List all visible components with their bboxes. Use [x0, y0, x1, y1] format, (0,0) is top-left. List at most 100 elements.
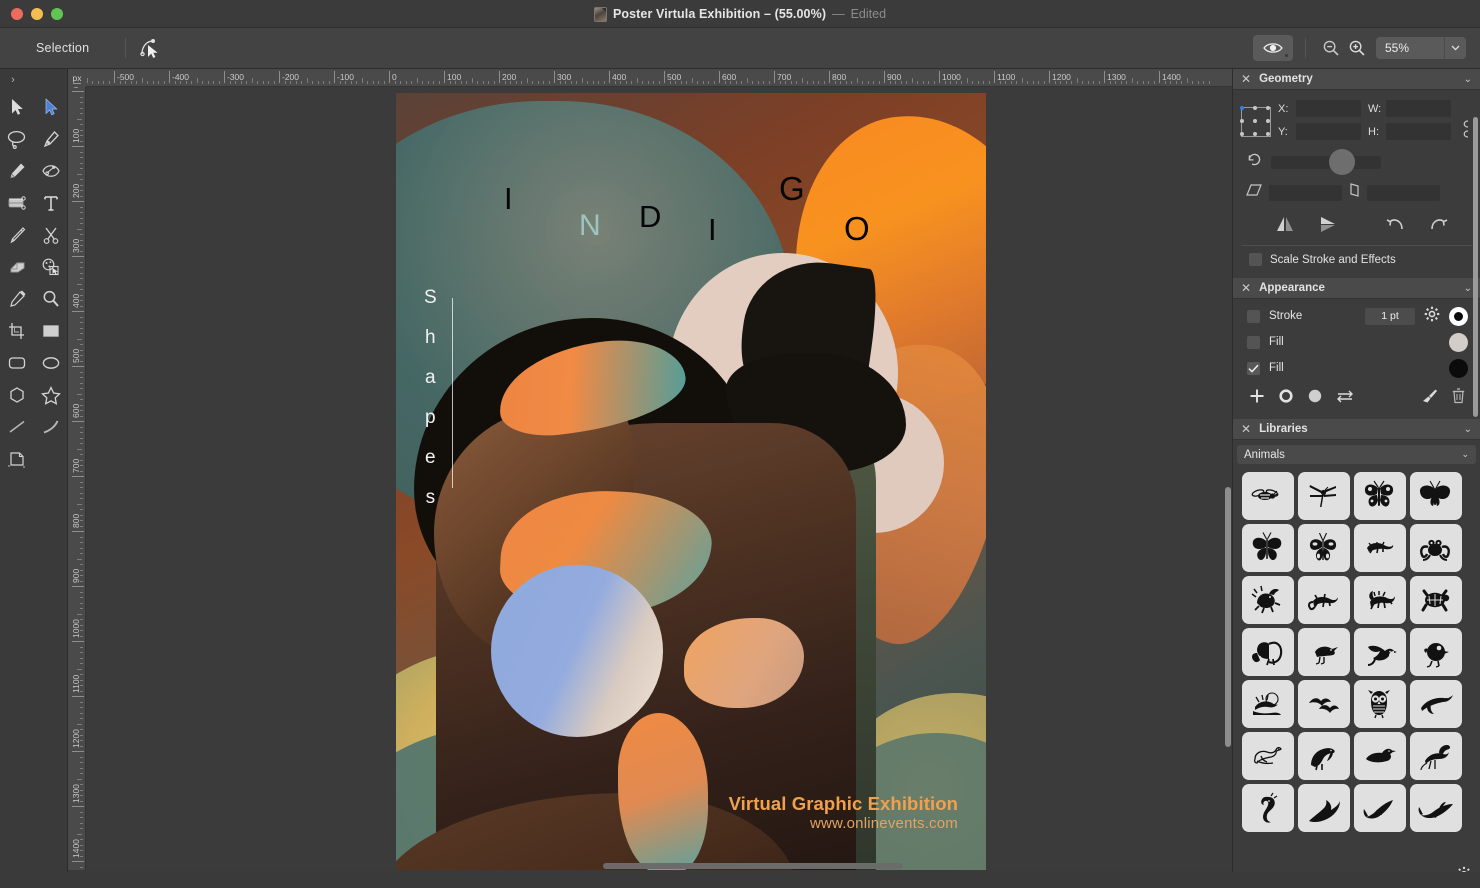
zoom-out-icon[interactable]	[1318, 35, 1344, 61]
magic-select-tool[interactable]	[34, 251, 68, 283]
fill-row-2[interactable]: Fill	[1241, 355, 1472, 381]
ring-icon[interactable]	[1278, 388, 1294, 409]
eraser-tool[interactable]	[0, 251, 34, 283]
x-field[interactable]: X:	[1278, 100, 1361, 117]
chevron-down-icon[interactable]: ⌄	[1464, 74, 1472, 85]
asset-chick[interactable]	[1410, 628, 1462, 676]
eye-icon[interactable]	[1253, 35, 1293, 61]
fill-1-checkbox[interactable]	[1247, 335, 1260, 349]
asset-dove[interactable]	[1354, 628, 1406, 676]
minimize-button[interactable]	[31, 7, 43, 20]
color-picker-tool[interactable]	[0, 283, 34, 315]
canvas-vertical-scrollbar[interactable]	[1225, 487, 1231, 747]
star-tool[interactable]	[34, 379, 68, 411]
scale-stroke-row[interactable]: Scale Stroke and Effects	[1241, 246, 1472, 272]
chevron-right-icon[interactable]: ›	[6, 73, 20, 87]
asset-butterfly-detailed[interactable]	[1354, 472, 1406, 520]
fill-2-checkbox[interactable]	[1247, 361, 1260, 375]
asset-sparrow[interactable]	[1298, 628, 1350, 676]
stroke-row[interactable]: Stroke 1 pt	[1241, 303, 1472, 329]
stroke-color-swatch[interactable]	[1449, 306, 1468, 326]
zoom-level-input[interactable]: 55%	[1376, 37, 1444, 59]
asset-swan-outline[interactable]	[1242, 732, 1294, 780]
scissors-tool[interactable]	[34, 219, 68, 251]
chevron-down-icon[interactable]: ⌄	[1464, 424, 1472, 435]
swap-arrows-icon[interactable]	[1336, 389, 1354, 408]
artboard-tool[interactable]	[34, 315, 68, 347]
plus-icon[interactable]	[1249, 388, 1265, 409]
shear-x-input[interactable]	[1269, 184, 1342, 201]
knife-tool[interactable]	[0, 219, 34, 251]
close-icon[interactable]: ✕	[1241, 282, 1251, 294]
zoom-button[interactable]	[51, 7, 63, 20]
asset-nesting-bird[interactable]	[1242, 680, 1294, 728]
anchor-point-grid-icon[interactable]	[1240, 106, 1271, 137]
corner-tool[interactable]	[0, 443, 34, 475]
h-field[interactable]: H:	[1368, 123, 1451, 140]
rotate-ccw-icon[interactable]	[1373, 212, 1417, 236]
asset-goose[interactable]	[1410, 680, 1462, 728]
asset-turtle[interactable]	[1410, 576, 1462, 624]
rotate-cw-icon[interactable]	[1417, 212, 1461, 236]
libraries-panel-header[interactable]: ✕ Libraries ⌄	[1233, 419, 1480, 440]
filled-circle-icon[interactable]	[1307, 388, 1323, 409]
asset-butterfly-solid[interactable]	[1242, 524, 1294, 572]
flip-vertical-icon[interactable]	[1307, 212, 1351, 236]
asset-dragonfly[interactable]	[1298, 472, 1350, 520]
vertical-ruler[interactable]: 0100200300400500600700800900100011001200…	[68, 87, 86, 870]
flip-horizontal-icon[interactable]	[1263, 212, 1307, 236]
asset-owl[interactable]	[1354, 680, 1406, 728]
stroke-checkbox[interactable]	[1247, 309, 1260, 323]
chevron-down-icon[interactable]: ⌄	[1461, 449, 1469, 460]
rotation-knob[interactable]	[1329, 149, 1355, 175]
curve-tool[interactable]	[34, 411, 68, 443]
close-button[interactable]	[11, 7, 23, 20]
asset-dragon[interactable]	[1242, 576, 1294, 624]
asset-fish[interactable]	[1354, 784, 1406, 832]
shear-y-input[interactable]	[1367, 184, 1440, 201]
rotation-icon[interactable]	[1246, 151, 1263, 173]
fill-tool[interactable]	[0, 187, 34, 219]
fill-row-1[interactable]: Fill	[1241, 329, 1472, 355]
h-input[interactable]	[1386, 123, 1451, 140]
fill-2-color-swatch[interactable]	[1449, 358, 1468, 378]
y-input[interactable]	[1296, 123, 1361, 140]
zoom-tool[interactable]	[34, 283, 68, 315]
text-tool[interactable]	[34, 187, 68, 219]
zoom-in-icon[interactable]	[1344, 35, 1370, 61]
stroke-width-input[interactable]: 1 pt	[1365, 307, 1415, 325]
pen-tool[interactable]	[34, 123, 68, 155]
horizontal-ruler[interactable]: -600-500-400-300-200-1000100200300400500…	[68, 69, 1232, 87]
asset-dolphin[interactable]	[1410, 784, 1462, 832]
brush-icon[interactable]	[1421, 388, 1438, 409]
asset-pelican[interactable]	[1298, 732, 1350, 780]
close-icon[interactable]: ✕	[1241, 423, 1251, 435]
scale-stroke-checkbox[interactable]	[1249, 253, 1262, 266]
asset-gecko[interactable]	[1298, 576, 1350, 624]
pencil-tool[interactable]	[0, 155, 34, 187]
link-ratio-icon[interactable]	[1458, 118, 1472, 140]
rectangle-tool[interactable]	[0, 347, 34, 379]
chevron-down-icon[interactable]: ⌄	[1464, 283, 1472, 294]
crop-tool[interactable]	[0, 315, 34, 347]
asset-seagulls[interactable]	[1298, 680, 1350, 728]
w-field[interactable]: W:	[1368, 100, 1451, 117]
polygon-tool[interactable]	[0, 379, 34, 411]
line-tool[interactable]	[0, 411, 34, 443]
poster-artwork[interactable]: I N D I G O Shapes Virtual Graphic Exhibition…	[396, 93, 986, 870]
node-cursor-icon[interactable]	[134, 35, 164, 61]
w-input[interactable]	[1386, 100, 1451, 117]
geometry-panel-header[interactable]: ✕ Geometry ⌄	[1233, 69, 1480, 90]
library-scrollbar[interactable]	[1473, 117, 1478, 417]
asset-turkey[interactable]	[1242, 628, 1294, 676]
trash-icon[interactable]	[1451, 387, 1466, 409]
move-tool[interactable]	[0, 91, 34, 123]
asset-moth[interactable]	[1410, 472, 1462, 520]
asset-whale-tail[interactable]	[1298, 784, 1350, 832]
close-icon[interactable]: ✕	[1241, 73, 1251, 85]
asset-iguana[interactable]	[1354, 576, 1406, 624]
canvas-horizontal-scrollbar[interactable]	[603, 863, 903, 869]
lasso-tool[interactable]	[0, 123, 34, 155]
asset-newt[interactable]	[1354, 524, 1406, 572]
asset-bee[interactable]	[1242, 472, 1294, 520]
